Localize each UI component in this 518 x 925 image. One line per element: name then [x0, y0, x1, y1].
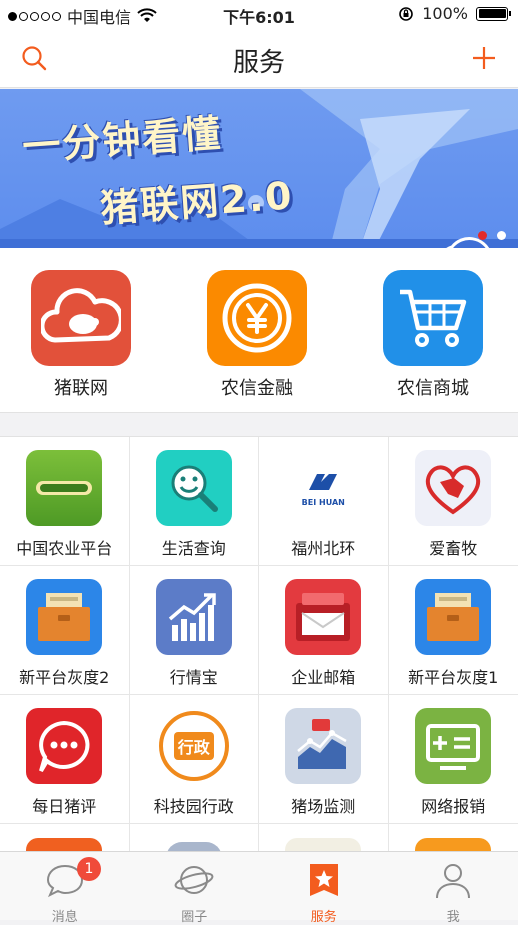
- tab-circle[interactable]: 圈子: [130, 852, 260, 921]
- featured-apps: 猪联网 农信金融 农信商城: [0, 248, 518, 413]
- monitor-chart-icon: [285, 708, 361, 784]
- promo-banner[interactable]: 一分钟看懂 猪联网2.0: [0, 89, 518, 248]
- service-love-livestock[interactable]: 爱畜牧: [389, 437, 518, 566]
- app-label: 农信商城: [363, 374, 503, 400]
- admin-badge-icon: 行政: [156, 708, 232, 784]
- service-pig-farm-monitor[interactable]: 猪场监测: [259, 695, 389, 824]
- market-chart-icon: [156, 579, 232, 655]
- service-label: 企业邮箱: [259, 664, 388, 688]
- service-label: 新平台灰度1: [389, 664, 518, 688]
- service-tech-park-admin[interactable]: 行政 科技园行政: [130, 695, 260, 824]
- yen-coin-icon: [207, 270, 307, 366]
- page-title: 服务: [0, 42, 518, 79]
- folder-box-icon: [26, 579, 102, 655]
- tab-label: 圈子: [130, 906, 260, 925]
- pig-cloud-icon: [31, 270, 131, 366]
- battery-icon: [476, 7, 508, 21]
- star-bookmark-icon: [304, 860, 344, 900]
- folder-box-icon: [415, 579, 491, 655]
- add-icon[interactable]: [470, 44, 498, 72]
- chat-bubble-icon: [26, 708, 102, 784]
- tab-messages[interactable]: 1 消息: [0, 852, 130, 921]
- tab-me[interactable]: 我: [389, 852, 518, 921]
- nav-bar: 服务: [0, 28, 518, 88]
- service-grid: 中国农业平台 生活查询 BEI HUAN 福州北环 爱畜牧 新平台灰度2: [0, 436, 518, 851]
- service-label: 新平台灰度2: [0, 664, 129, 688]
- service-label: 中国农业平台: [0, 535, 129, 559]
- beihuan-logo-icon: BEI HUAN: [285, 450, 361, 526]
- service-china-agri-platform[interactable]: 中国农业平台: [0, 437, 130, 566]
- agri-platform-icon: [26, 450, 102, 526]
- banner-pager[interactable]: [478, 231, 506, 240]
- service-label: 福州北环: [259, 535, 388, 559]
- service-enterprise-mail[interactable]: 企业邮箱: [259, 566, 389, 695]
- battery-percent: 100%: [422, 4, 468, 23]
- app-label: 猪联网: [11, 374, 151, 400]
- service-new-platform-1[interactable]: 新平台灰度1: [389, 566, 518, 695]
- heart-cow-icon: [415, 450, 491, 526]
- app-rural-mall[interactable]: 农信商城: [363, 270, 503, 400]
- calculator-screen-icon: [415, 708, 491, 784]
- service-label: 猪场监测: [259, 793, 388, 817]
- service-daily-pig-review[interactable]: 每日猪评: [0, 695, 130, 824]
- service-partial-3[interactable]: [259, 824, 389, 854]
- mailbox-icon: [285, 579, 361, 655]
- tab-services[interactable]: 服务: [259, 852, 389, 921]
- service-partial-4[interactable]: [389, 824, 518, 854]
- shopping-cart-icon: [383, 270, 483, 366]
- app-rural-finance[interactable]: 农信金融: [187, 270, 327, 400]
- service-label: 每日猪评: [0, 793, 129, 817]
- service-online-reimbursement[interactable]: 网络报销: [389, 695, 518, 824]
- service-partial-1[interactable]: [0, 824, 130, 854]
- admin-badge-text: 行政: [174, 732, 214, 760]
- service-label: 生活查询: [130, 535, 259, 559]
- pager-dot-2[interactable]: [497, 231, 506, 240]
- service-fuzhou-beihuan[interactable]: BEI HUAN 福州北环: [259, 437, 389, 566]
- service-label: 爱畜牧: [389, 535, 518, 559]
- app-label: 农信金融: [187, 374, 327, 400]
- service-new-platform-2[interactable]: 新平台灰度2: [0, 566, 130, 695]
- rotation-lock-icon: [398, 6, 414, 22]
- tab-label: 我: [389, 906, 518, 925]
- pager-dot-1[interactable]: [478, 231, 487, 240]
- service-partial-2[interactable]: [130, 824, 260, 854]
- unread-badge: 1: [77, 857, 101, 881]
- tab-label: 服务: [259, 906, 389, 925]
- app-pig-network[interactable]: 猪联网: [11, 270, 151, 400]
- service-market-treasure[interactable]: 行情宝: [130, 566, 260, 695]
- service-life-query[interactable]: 生活查询: [130, 437, 260, 566]
- beihuan-logo-text: BEI HUAN: [302, 498, 345, 507]
- service-label: 科技园行政: [130, 793, 259, 817]
- status-bar: 中国电信 下午6:01 100%: [0, 0, 518, 28]
- tab-bar: 1 消息 圈子 服务 我: [0, 851, 518, 920]
- person-icon: [433, 860, 473, 900]
- tab-label: 消息: [0, 906, 130, 925]
- service-label: 网络报销: [389, 793, 518, 817]
- smile-search-icon: [156, 450, 232, 526]
- service-label: 行情宝: [130, 664, 259, 688]
- planet-icon: [174, 860, 214, 900]
